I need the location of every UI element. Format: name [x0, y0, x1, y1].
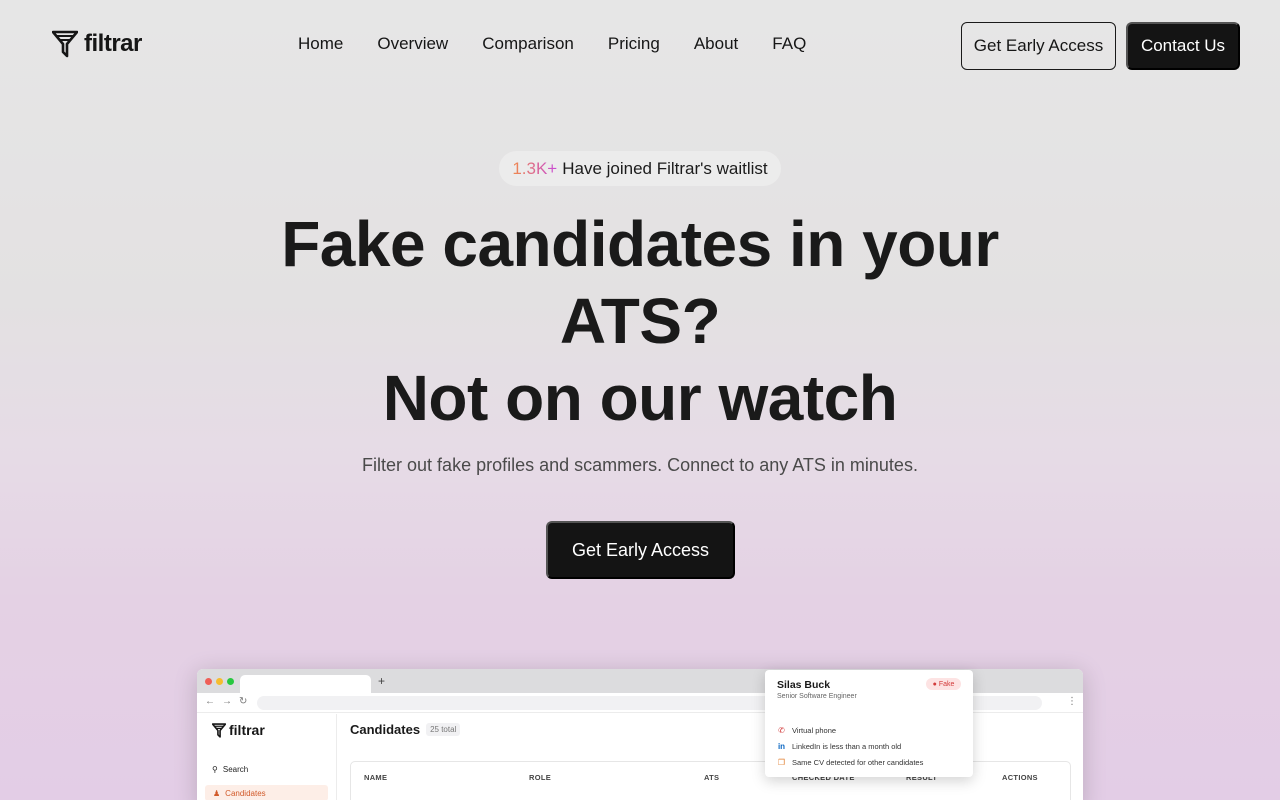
- app-sidebar-brand: filtrar: [229, 722, 265, 738]
- lock-icon: ●: [932, 680, 937, 688]
- phone-off-icon: ✆: [778, 726, 785, 735]
- table-header-actions: ACTIONS: [1002, 773, 1038, 782]
- candidate-name: Silas Buck: [777, 679, 831, 691]
- flag-duplicate-cv: ❐ Same CV detected for other candidates: [777, 758, 923, 767]
- candidates-title-text: Candidates: [350, 722, 421, 737]
- funnel-logo-icon: [212, 722, 226, 738]
- close-window-icon: [205, 678, 212, 685]
- nav-item-comparison[interactable]: Comparison: [482, 34, 574, 54]
- nav-item-about[interactable]: About: [694, 34, 738, 54]
- more-options-icon: ⋮: [1067, 696, 1077, 707]
- table-header-ats: ATS: [704, 773, 720, 782]
- contact-us-button[interactable]: Contact Us: [1126, 22, 1240, 70]
- search-icon: ⚲: [212, 765, 218, 774]
- nav-item-overview[interactable]: Overview: [377, 34, 448, 54]
- nav-item-home[interactable]: Home: [298, 34, 343, 54]
- candidate-detail-popup: Silas Buck Senior Software Engineer ● Fa…: [765, 670, 973, 777]
- new-tab-icon: +: [378, 674, 386, 688]
- flag-text: Virtual phone: [792, 726, 837, 735]
- users-icon: ♟: [213, 788, 221, 798]
- nav-item-pricing[interactable]: Pricing: [608, 34, 660, 54]
- maximize-window-icon: [227, 678, 234, 685]
- copy-icon: ❐: [777, 758, 786, 767]
- waitlist-text: Have joined Filtrar's waitlist: [562, 158, 768, 178]
- flag-text: Same CV detected for other candidates: [792, 758, 924, 767]
- app-sidebar-search: ⚲ Search: [212, 765, 248, 774]
- fake-status-label: Fake: [938, 680, 955, 688]
- browser-tab: [240, 675, 371, 693]
- brand-name: filtrar: [84, 30, 142, 57]
- app-sidebar-candidates: ♟ Candidates: [205, 785, 328, 800]
- headline-line-1: Fake candidates in your: [281, 208, 999, 280]
- headline-line-2: ATS?: [559, 285, 721, 357]
- minimize-window-icon: [216, 678, 223, 685]
- waitlist-badge: 1.3K+ Have joined Filtrar's waitlist: [499, 151, 781, 186]
- app-sidebar-logo: filtrar: [212, 722, 265, 738]
- app-sidebar-search-label: Search: [222, 765, 249, 774]
- flag-linkedin-age: in LinkedIn is less than a month old: [777, 742, 901, 751]
- hero-headline: Fake candidates in your ATS? Not on our …: [240, 206, 1040, 437]
- nav-item-faq[interactable]: FAQ: [772, 34, 806, 54]
- linkedin-icon: in: [777, 742, 786, 751]
- flag-virtual-phone: ✆ Virtual phone: [777, 726, 836, 735]
- back-arrow-icon: ←: [205, 696, 215, 707]
- app-sidebar: filtrar ⚲ Search ♟ Candidates: [197, 714, 337, 800]
- reload-icon: ↻: [239, 696, 248, 707]
- brand-logo[interactable]: filtrar: [52, 30, 142, 58]
- candidates-total-badge: 25 total: [426, 723, 461, 736]
- get-early-access-nav-button[interactable]: Get Early Access: [961, 22, 1116, 70]
- funnel-logo-icon: [52, 30, 78, 58]
- forward-arrow-icon: →: [222, 696, 232, 707]
- candidate-role: Senior Software Engineer: [777, 693, 857, 700]
- app-sidebar-candidates-label: Candidates: [225, 788, 266, 798]
- candidates-page-title: Candidates 25 total: [350, 722, 461, 737]
- top-navigation-bar: filtrar Home Overview Comparison Pricing…: [0, 0, 1280, 92]
- get-early-access-hero-button[interactable]: Get Early Access: [546, 521, 735, 579]
- hero-subtitle: Filter out fake profiles and scammers. C…: [362, 455, 918, 475]
- table-header-role: ROLE: [529, 773, 552, 782]
- headline-line-3: Not on our watch: [382, 362, 898, 434]
- fake-status-badge: ● Fake: [926, 678, 961, 690]
- flag-text: LinkedIn is less than a month old: [792, 742, 902, 751]
- main-nav: Home Overview Comparison Pricing About F…: [298, 34, 806, 54]
- table-header-name: NAME: [364, 773, 388, 782]
- waitlist-count: 1.3K+: [512, 158, 558, 178]
